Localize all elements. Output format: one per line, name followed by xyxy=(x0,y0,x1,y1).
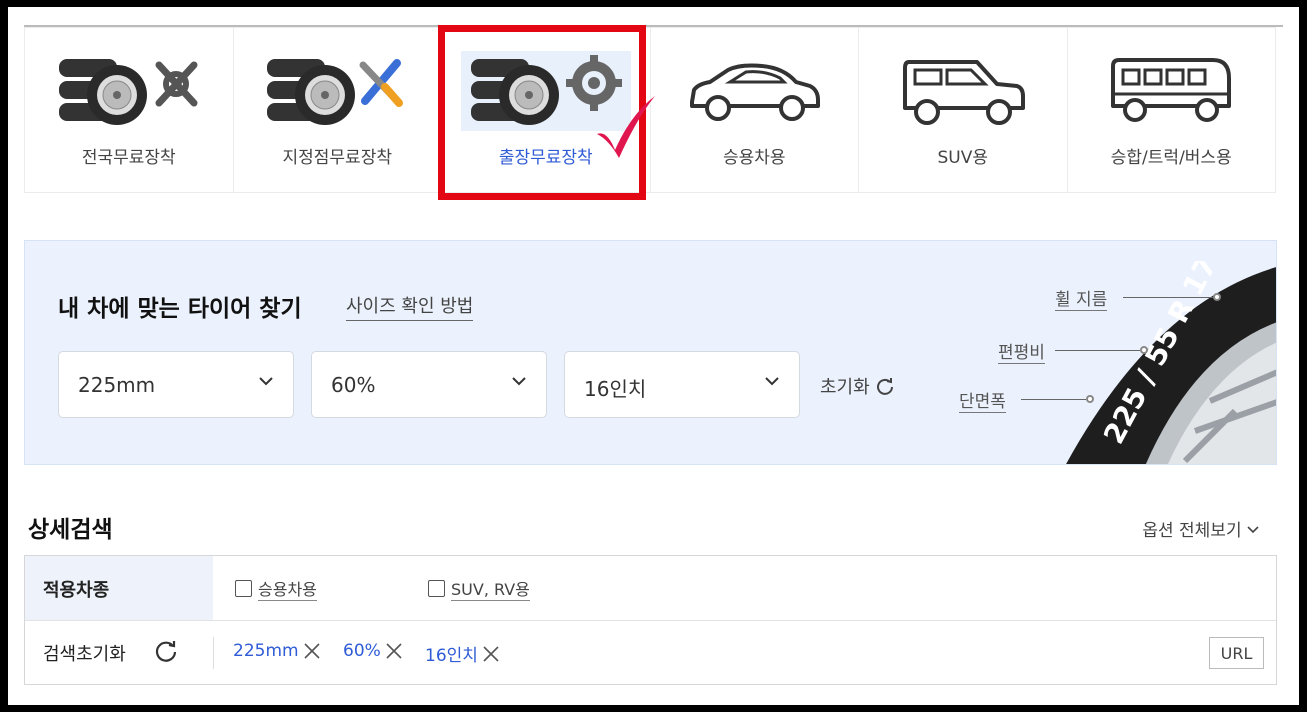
chip-label: 60% xyxy=(343,641,381,661)
chevron-down-icon xyxy=(259,377,273,386)
pointer-dot xyxy=(1140,346,1148,354)
chip-label: 225mm xyxy=(233,641,299,661)
search-reset-label: 검색초기화 xyxy=(43,644,126,665)
chevron-down-icon xyxy=(512,377,526,386)
close-icon[interactable] xyxy=(385,642,403,660)
sedan-car-icon xyxy=(651,46,859,136)
width-select[interactable]: 225mm xyxy=(58,351,294,418)
chevron-down-icon xyxy=(1247,526,1259,534)
checkbox-box[interactable] xyxy=(235,580,252,597)
tab-label: 전국무료장착 xyxy=(81,148,176,168)
bus-icon xyxy=(1068,46,1276,136)
refresh-icon[interactable] xyxy=(153,638,179,664)
filter-chip-rim[interactable]: 16인치 xyxy=(425,641,500,666)
detail-search-title: 상세검색 xyxy=(28,517,113,543)
aspect-ratio-label: 편평비 xyxy=(998,338,1045,364)
ratio-select-value: 60% xyxy=(331,373,376,397)
view-all-label: 옵션 전체보기 xyxy=(1142,521,1242,541)
tab-passenger-car[interactable]: 승용차용 xyxy=(649,27,859,193)
pointer-line xyxy=(1021,399,1086,400)
divider xyxy=(213,637,214,669)
chevron-down-icon xyxy=(765,377,779,386)
suv-rv-checkbox[interactable]: SUV, RV용 xyxy=(428,576,530,601)
checkbox-box[interactable] xyxy=(428,580,445,597)
tires-tools-icon xyxy=(234,46,442,136)
refresh-icon xyxy=(877,378,894,395)
pointer-dot xyxy=(1213,293,1221,301)
checkbox-label: 승용차용 xyxy=(258,576,317,601)
url-button[interactable]: URL xyxy=(1209,637,1264,669)
detail-filter-table: 적용차종 승용차용 SUV, RV용 검색초기화 225mm 60% 16인치 … xyxy=(24,555,1277,685)
tab-label: SUV용 xyxy=(937,148,988,168)
finder-title: 내 차에 맞는 타이어 찾기 xyxy=(58,296,302,322)
ratio-select[interactable]: 60% xyxy=(311,351,547,418)
tab-label: 승용차용 xyxy=(722,148,786,168)
tab-label: 승합/트럭/버스용 xyxy=(1110,148,1232,168)
filter-chip-ratio[interactable]: 60% xyxy=(343,641,403,661)
checkbox-label: SUV, RV용 xyxy=(451,576,530,601)
active-filters-row: 검색초기화 225mm 60% 16인치 URL xyxy=(25,621,1276,685)
tires-wrench-icon xyxy=(25,46,233,136)
width-select-value: 225mm xyxy=(78,373,156,397)
tire-finder-panel: 내 차에 맞는 타이어 찾기 사이즈 확인 방법 225mm 60% 16인치 … xyxy=(24,240,1277,465)
vehicle-type-header: 적용차종 xyxy=(25,556,213,620)
tab-label: 지정점무료장착 xyxy=(282,148,392,168)
tab-suv[interactable]: SUV용 xyxy=(858,27,1067,193)
view-all-options-button[interactable]: 옵션 전체보기 xyxy=(1142,516,1259,541)
size-howto-link[interactable]: 사이즈 확인 방법 xyxy=(346,292,474,321)
vehicle-type-row: 적용차종 승용차용 SUV, RV용 xyxy=(25,556,1276,621)
reset-label: 초기화 xyxy=(820,377,870,398)
close-icon[interactable] xyxy=(303,642,321,660)
chip-label: 16인치 xyxy=(425,646,478,666)
tab-van-truck-bus[interactable]: 승합/트럭/버스용 xyxy=(1066,27,1276,193)
page: 전국무료장착 지정점무료장착 출장무료장착 승용차용 SUV용 승합/트럭/버스… xyxy=(8,7,1299,705)
passenger-car-checkbox[interactable]: 승용차용 xyxy=(235,576,317,601)
rim-select-value: 16인치 xyxy=(584,377,647,401)
pointer-line xyxy=(1055,350,1140,351)
finder-reset-button[interactable]: 초기화 xyxy=(820,373,895,399)
checkmark-icon xyxy=(597,96,655,158)
filter-chip-width[interactable]: 225mm xyxy=(233,641,321,661)
pointer-dot xyxy=(1086,395,1094,403)
rim-select[interactable]: 16인치 xyxy=(564,351,800,418)
tab-nationwide-free-install[interactable]: 전국무료장착 xyxy=(24,27,233,193)
pointer-line xyxy=(1123,297,1213,298)
suv-car-icon xyxy=(859,46,1067,136)
rim-diameter-label: 휠 지름 xyxy=(1055,285,1108,311)
close-icon[interactable] xyxy=(482,645,500,663)
tab-designated-shop-free-install[interactable]: 지정점무료장착 xyxy=(232,27,442,193)
section-width-label: 단면폭 xyxy=(959,387,1006,413)
